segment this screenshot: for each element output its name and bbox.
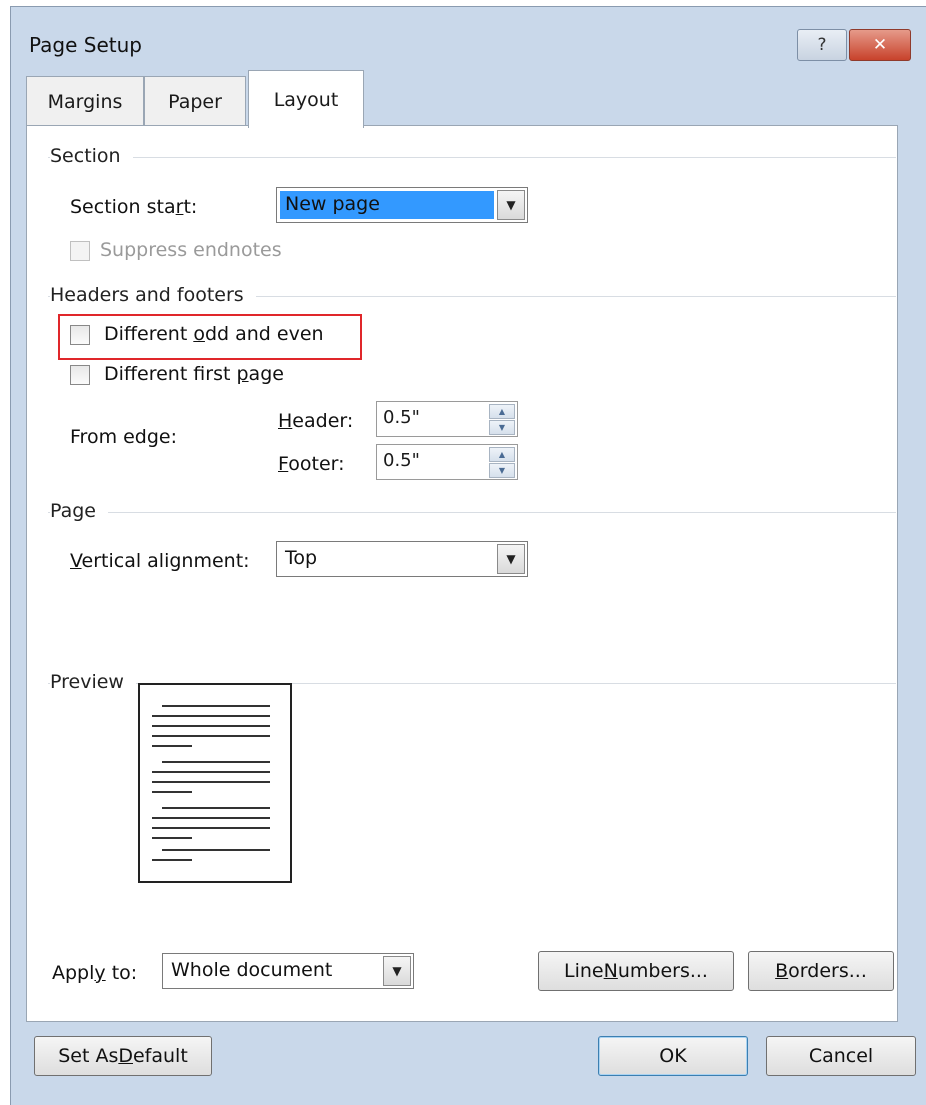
tab-paper[interactable]: Paper — [144, 76, 246, 127]
help-button[interactable]: ? — [797, 29, 847, 61]
preview-line — [152, 725, 270, 727]
tab-layout-label: Layout — [273, 88, 339, 111]
footer-label-text: ooter: — [288, 453, 345, 475]
tab-layout[interactable]: Layout — [248, 70, 364, 128]
close-button[interactable]: ✕ — [849, 29, 911, 61]
chevron-down-icon[interactable]: ▼ — [383, 956, 411, 986]
apply-to-label-text: Appl — [52, 962, 95, 984]
odd-even-checkbox[interactable] — [70, 325, 90, 345]
spin-up-icon[interactable]: ▲ — [489, 404, 515, 419]
footer-value: 0.5" — [383, 450, 420, 471]
suppress-endnotes-label: Suppress endnotes — [100, 239, 282, 261]
header-label-text: eader: — [292, 410, 354, 432]
odd-even-label-accel: o — [193, 323, 205, 345]
apply-to-select[interactable]: Whole document ▼ — [162, 953, 414, 989]
vertical-alignment-text: ertical alignment: — [81, 550, 250, 572]
footer-spin-arrows: ▲ ▼ — [489, 447, 515, 478]
first-page-label-end: age — [248, 363, 284, 385]
footer-label-accel: F — [278, 453, 289, 475]
chevron-down-icon[interactable]: ▼ — [497, 190, 525, 220]
header-spin-arrows: ▲ ▼ — [489, 404, 515, 435]
footer-label: Footer: — [278, 453, 345, 475]
preview-line — [152, 735, 270, 737]
cancel-label: Cancel — [808, 1045, 874, 1067]
apply-to-value: Whole document — [171, 959, 333, 981]
preview-page — [138, 683, 292, 883]
preview-line — [162, 807, 270, 809]
header-spinner[interactable]: 0.5" ▲ ▼ — [376, 401, 518, 437]
apply-to-label: Apply to: — [52, 962, 137, 984]
chevron-down-icon[interactable]: ▼ — [497, 544, 525, 574]
preview-line — [152, 715, 270, 717]
line-numbers-accel: N — [603, 960, 618, 982]
ok-button[interactable]: OK — [598, 1036, 748, 1076]
suppress-endnotes-checkbox[interactable] — [70, 241, 90, 261]
set-default-label: Set As — [58, 1045, 119, 1067]
ok-label: OK — [659, 1045, 687, 1067]
from-edge-label: From edge: — [70, 426, 178, 448]
odd-even-label-end: dd and even — [204, 323, 324, 345]
section-heading: Section — [50, 145, 133, 167]
set-default-label-end: efault — [132, 1045, 188, 1067]
close-icon: ✕ — [872, 35, 888, 55]
tab-paper-label: Paper — [168, 91, 222, 113]
headers-footers-heading: Headers and footers — [50, 284, 256, 306]
line-numbers-label: Line — [564, 960, 604, 982]
first-page-label-text: Different first — [104, 363, 237, 385]
first-page-label: Different first page — [104, 363, 284, 385]
footer-spinner[interactable]: 0.5" ▲ ▼ — [376, 444, 518, 480]
preview-line — [152, 771, 270, 773]
header-value: 0.5" — [383, 407, 420, 428]
set-as-default-button[interactable]: Set As Default — [34, 1036, 212, 1076]
title-bar: Page Setup ? ✕ — [11, 7, 926, 79]
apply-to-label-accel: y — [94, 962, 106, 984]
apply-to-label-end: to: — [105, 962, 138, 984]
preview-line — [162, 761, 270, 763]
preview-heading: Preview — [50, 671, 136, 693]
odd-even-label: Different odd and even — [104, 323, 324, 345]
borders-label: orders... — [788, 960, 867, 982]
preview-line — [152, 859, 192, 861]
line-numbers-button[interactable]: Line Numbers... — [538, 951, 734, 991]
section-start-label-text: Section sta — [70, 196, 176, 218]
page-separator — [48, 512, 896, 513]
preview-line — [152, 827, 270, 829]
tab-margins[interactable]: Margins — [26, 76, 144, 127]
section-start-label-end: t: — [183, 196, 198, 218]
first-page-checkbox[interactable] — [70, 365, 90, 385]
vertical-alignment-accel: V — [70, 550, 82, 572]
help-icon: ? — [817, 35, 827, 55]
header-label: Header: — [278, 410, 353, 432]
vertical-alignment-label: Vertical alignment: — [70, 550, 250, 572]
set-default-accel: D — [118, 1045, 133, 1067]
preview-line — [162, 849, 270, 851]
tab-margins-label: Margins — [47, 91, 123, 113]
section-start-select[interactable]: New page ▼ — [276, 187, 528, 223]
spin-down-icon[interactable]: ▼ — [489, 463, 515, 478]
odd-even-label-text: Different — [104, 323, 194, 345]
preview-line — [152, 837, 192, 839]
preview-line — [162, 705, 270, 707]
section-separator — [48, 157, 896, 158]
section-start-value: New page — [285, 193, 380, 215]
preview-line — [152, 781, 270, 783]
vertical-alignment-select[interactable]: Top ▼ — [276, 541, 528, 577]
vertical-alignment-value: Top — [285, 547, 318, 569]
section-start-label: Section start: — [70, 196, 197, 218]
header-label-accel: H — [278, 410, 293, 432]
preview-line — [152, 817, 270, 819]
dialog-title: Page Setup — [29, 33, 142, 57]
borders-accel: B — [775, 960, 789, 982]
cancel-button[interactable]: Cancel — [766, 1036, 916, 1076]
borders-button[interactable]: Borders... — [748, 951, 894, 991]
spin-down-icon[interactable]: ▼ — [489, 420, 515, 435]
preview-line — [152, 791, 192, 793]
preview-line — [152, 745, 192, 747]
line-numbers-label-end: umbers... — [617, 960, 708, 982]
spin-up-icon[interactable]: ▲ — [489, 447, 515, 462]
first-page-label-accel: p — [236, 363, 249, 385]
page-heading: Page — [50, 500, 108, 522]
